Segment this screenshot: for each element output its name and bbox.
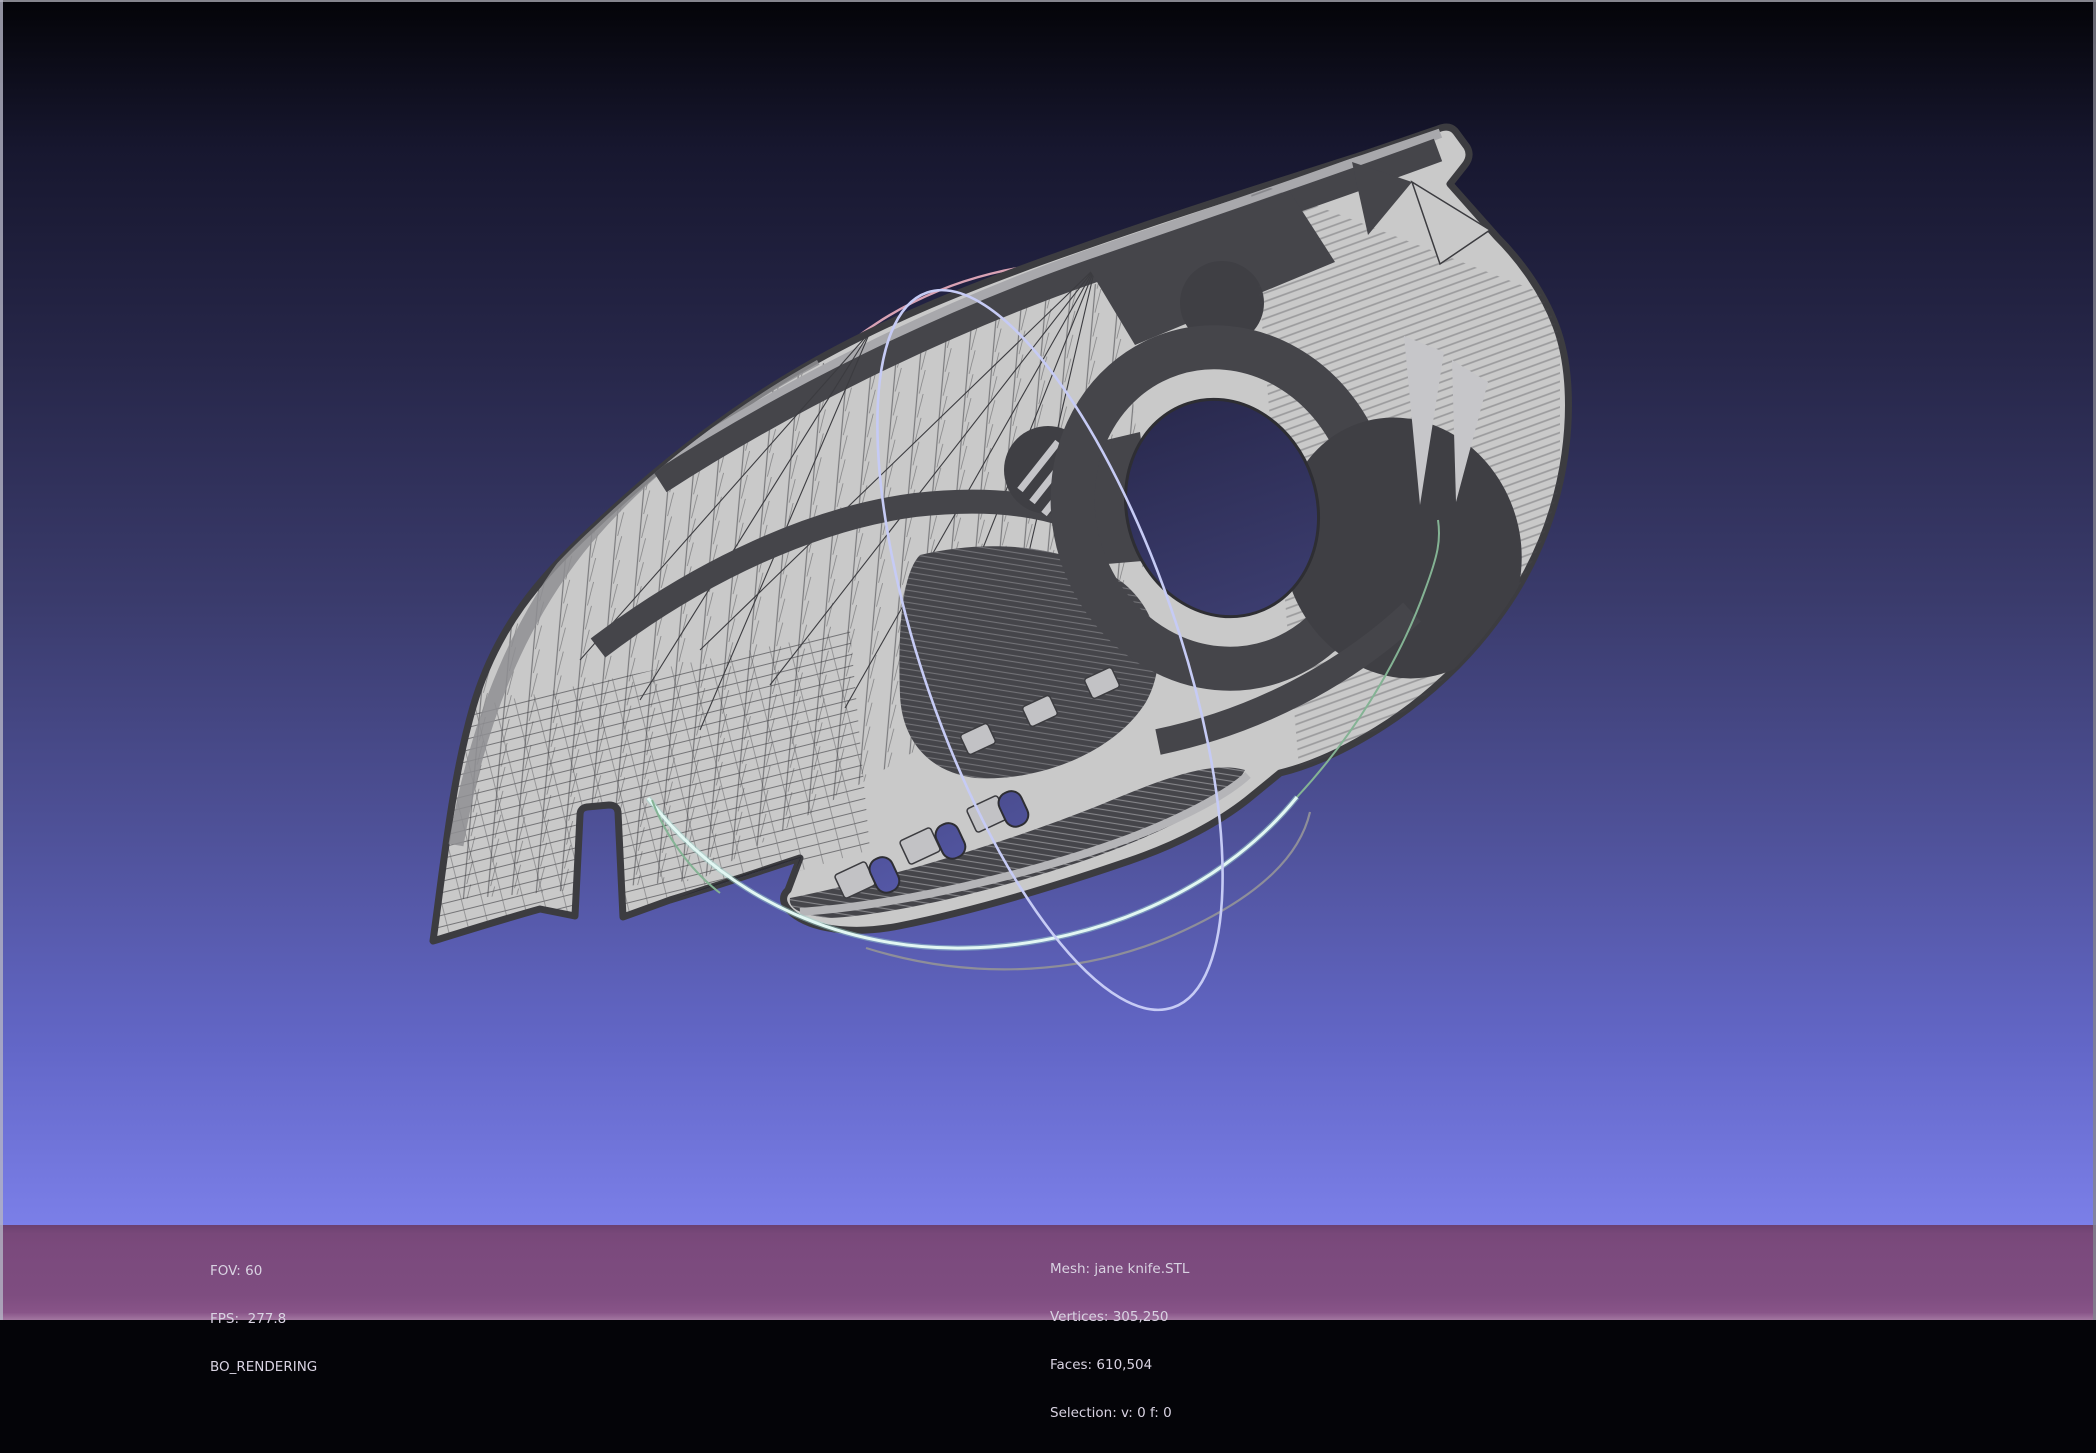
hud-mesh-info: Mesh: jane knife.STL Vertices: 305,250 F…	[1050, 1229, 1189, 1453]
meshlab-viewport: FOV: 60 FPS: 277.8 BO_RENDERING Mesh: ja…	[0, 0, 2096, 1421]
mesh-wireframe-model	[429, 123, 1572, 945]
hud-mesh-name-label: Mesh: jane knife.STL	[1050, 1261, 1190, 1277]
hud-faces-label: Faces: 610,504	[1050, 1357, 1153, 1373]
hud-render-info: FOV: 60 FPS: 277.8 BO_RENDERING	[210, 1231, 317, 1407]
frame-top-border	[0, 0, 2096, 2]
hud-render-mode-label: BO_RENDERING	[210, 1359, 318, 1375]
viewport-3d[interactable]	[0, 0, 2096, 1225]
hud-selection-label: Selection: v: 0 f: 0	[1050, 1405, 1172, 1421]
frame-left-border	[0, 0, 3, 1320]
hud-fps-label: FPS: 277.8	[210, 1311, 287, 1327]
hud-fov-label: FOV: 60	[210, 1263, 263, 1279]
hud-vertices-label: Vertices: 305,250	[1050, 1309, 1169, 1325]
